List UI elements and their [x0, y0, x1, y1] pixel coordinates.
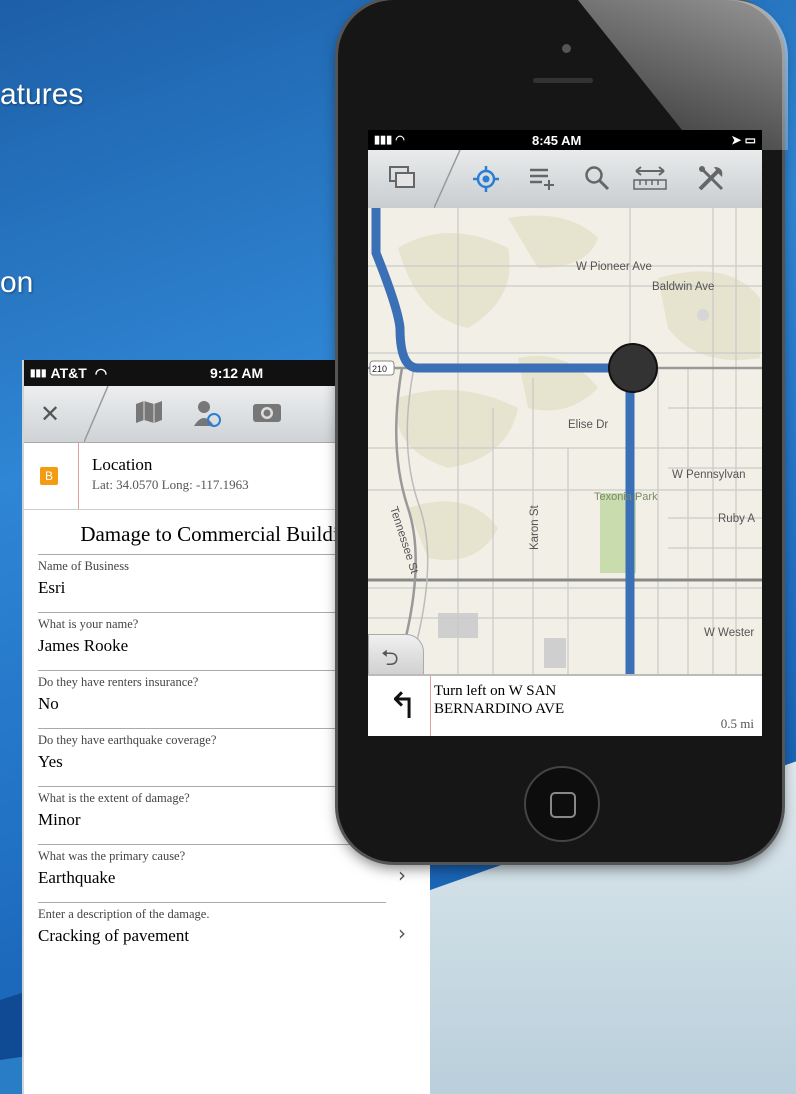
- street-label-ruby: Ruby A: [718, 513, 755, 525]
- question-value: No: [38, 694, 59, 713]
- map-toolbar: [368, 150, 762, 209]
- signal-icon: ▮▮▮ ◠: [374, 134, 405, 146]
- turn-left-icon: ↰: [388, 686, 419, 727]
- map-view[interactable]: 210 W Pioneer Ave Baldwin Ave Elise Dr W…: [368, 208, 762, 674]
- form-question-row[interactable]: Do they have earthquake coverage? Yes: [38, 728, 386, 786]
- status-time: 8:45 AM: [532, 133, 582, 148]
- question-label: Enter a description of the damage.: [38, 907, 210, 921]
- chevron-right-icon: ›: [398, 921, 406, 945]
- question-label: What was the primary cause?: [38, 849, 186, 863]
- route-button[interactable]: ⮌: [368, 634, 424, 674]
- question-label: Do they have earthquake coverage?: [38, 733, 217, 747]
- camera-icon[interactable]: [252, 400, 282, 430]
- divider: [430, 676, 431, 736]
- toolbar-divider: [84, 386, 109, 442]
- street-label-baldwin: Baldwin Ave: [652, 281, 714, 293]
- measure-icon[interactable]: [632, 165, 668, 198]
- location-badge: B: [40, 467, 58, 485]
- battery-icon: ➤ ▭: [731, 133, 756, 147]
- question-value: Esri: [38, 578, 66, 597]
- close-icon[interactable]: ✕: [40, 400, 60, 429]
- person-location-icon[interactable]: [192, 400, 222, 434]
- wifi-icon: ◠: [94, 364, 108, 381]
- form-question-row[interactable]: Name of Business Esri: [38, 554, 386, 612]
- layers-icon[interactable]: [388, 165, 416, 198]
- question-value: Earthquake: [38, 868, 116, 887]
- street-label-pioneer: W Pioneer Ave: [576, 261, 652, 273]
- form-question-row[interactable]: What is the extent of damage?Minor›: [38, 786, 406, 844]
- question-value: Cracking of pavement: [38, 926, 190, 945]
- highway-label: 210: [372, 364, 387, 374]
- add-feature-icon[interactable]: [528, 165, 556, 198]
- map-screen: ▮▮▮ ◠ 8:45 AM ➤ ▭ 210 W Pioneer Ave Bald…: [368, 130, 762, 736]
- home-button-square: [550, 792, 576, 818]
- status-time: 9:12 AM: [210, 365, 264, 381]
- status-bar: ▮▮▮ ◠ 8:45 AM ➤ ▭: [368, 130, 762, 150]
- question-label: Name of Business: [38, 559, 129, 573]
- question-value: Yes: [38, 752, 63, 771]
- direction-distance: 0.5 mi: [720, 716, 754, 731]
- location-title: Location: [92, 455, 153, 474]
- street-label-western: W Wester: [704, 627, 754, 639]
- carrier-label: AT&T: [50, 365, 87, 381]
- directions-panel[interactable]: ↰ Turn left on W SAN BERNARDINO AVE 0.5 …: [368, 674, 762, 736]
- question-label: Do they have renters insurance?: [38, 675, 199, 689]
- home-button[interactable]: [524, 766, 600, 842]
- map-icon[interactable]: [134, 400, 164, 430]
- direction-instruction: Turn left on W SAN BERNARDINO AVE: [434, 683, 565, 717]
- chevron-right-icon: ›: [398, 863, 406, 887]
- earpiece-speaker: [533, 78, 593, 83]
- search-icon[interactable]: [584, 165, 610, 198]
- location-coordinates: Lat: 34.0570 Long: -117.1963: [92, 477, 249, 492]
- u-turn-icon: ⮌: [381, 645, 399, 670]
- street-label-elise: Elise Dr: [568, 419, 608, 431]
- form-question-row[interactable]: What was the primary cause? Earthquake ›: [38, 844, 406, 902]
- form-question-row[interactable]: Enter a description of the damage. Cracki…: [38, 902, 406, 960]
- signal-icon: ▮▮▮: [30, 367, 47, 379]
- street-label-karon: Karon St: [529, 504, 541, 550]
- form-question-row[interactable]: Do they have renters insurance? No: [38, 670, 386, 728]
- question-value: Minor: [38, 810, 81, 829]
- form-question-row[interactable]: What is your name? James Rooke: [38, 612, 386, 670]
- map-canvas: 210 W Pioneer Ave Baldwin Ave Elise Dr W…: [368, 208, 762, 674]
- divider: [78, 443, 79, 509]
- screen-glare: [578, 0, 788, 150]
- toolbar-divider: [434, 150, 461, 208]
- question-value: James Rooke: [38, 636, 129, 655]
- question-label: What is your name?: [38, 617, 139, 631]
- street-label-pennsylvania: W Pennsylvan: [672, 469, 746, 481]
- front-camera: [562, 44, 571, 53]
- locate-icon[interactable]: [472, 165, 500, 200]
- slide-text-location: on: [0, 266, 34, 299]
- iphone-device: ▮▮▮ ◠ 8:45 AM ➤ ▭ 210 W Pioneer Ave Bald…: [338, 0, 788, 862]
- question-label: What is the extent of damage?: [38, 791, 190, 805]
- tools-icon[interactable]: [696, 165, 726, 200]
- street-label-texonia: Texonia Park: [594, 491, 658, 503]
- slide-text-features: atures: [0, 78, 84, 111]
